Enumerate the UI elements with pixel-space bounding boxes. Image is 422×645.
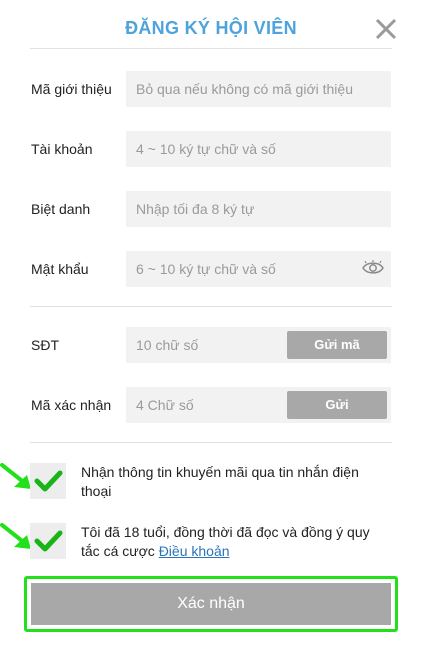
terms-link[interactable]: Điều khoản	[159, 543, 230, 559]
submit-button[interactable]: Xác nhận	[31, 583, 391, 625]
referral-input[interactable]	[126, 71, 391, 107]
terms-checkbox[interactable]	[30, 523, 66, 559]
section-divider	[30, 442, 392, 443]
send-button[interactable]: Gửi	[287, 391, 387, 419]
arrow-icon	[0, 523, 31, 549]
nickname-label: Biệt danh	[31, 201, 91, 217]
section-divider	[30, 306, 392, 307]
nickname-input[interactable]	[126, 191, 391, 227]
header-divider	[30, 48, 392, 49]
account-label: Tài khoản	[31, 141, 93, 157]
checkmark-icon	[34, 530, 63, 552]
phone-label: SĐT	[31, 337, 59, 353]
referral-label: Mã giới thiệu	[31, 81, 112, 97]
arrow-icon	[0, 463, 31, 489]
send-code-button[interactable]: Gửi mã	[287, 331, 387, 359]
password-label: Mật khẩu	[31, 261, 89, 277]
dialog-title: ĐĂNG KÝ HỘI VIÊN	[125, 18, 297, 38]
account-input[interactable]	[126, 131, 391, 167]
close-icon[interactable]	[370, 13, 402, 45]
promo-agreement-text: Nhận thông tin khuyến mãi qua tin nhắn đ…	[81, 464, 359, 499]
checkmark-icon	[34, 470, 63, 492]
promo-checkbox[interactable]	[30, 463, 66, 499]
verify-label: Mã xác nhận	[31, 397, 112, 413]
password-input[interactable]	[126, 251, 391, 287]
eye-icon[interactable]	[362, 260, 384, 276]
terms-agreement: Tôi đã 18 tuổi, đồng thời đã đọc và đồng…	[81, 523, 381, 561]
submit-highlight: Xác nhận	[24, 576, 398, 632]
